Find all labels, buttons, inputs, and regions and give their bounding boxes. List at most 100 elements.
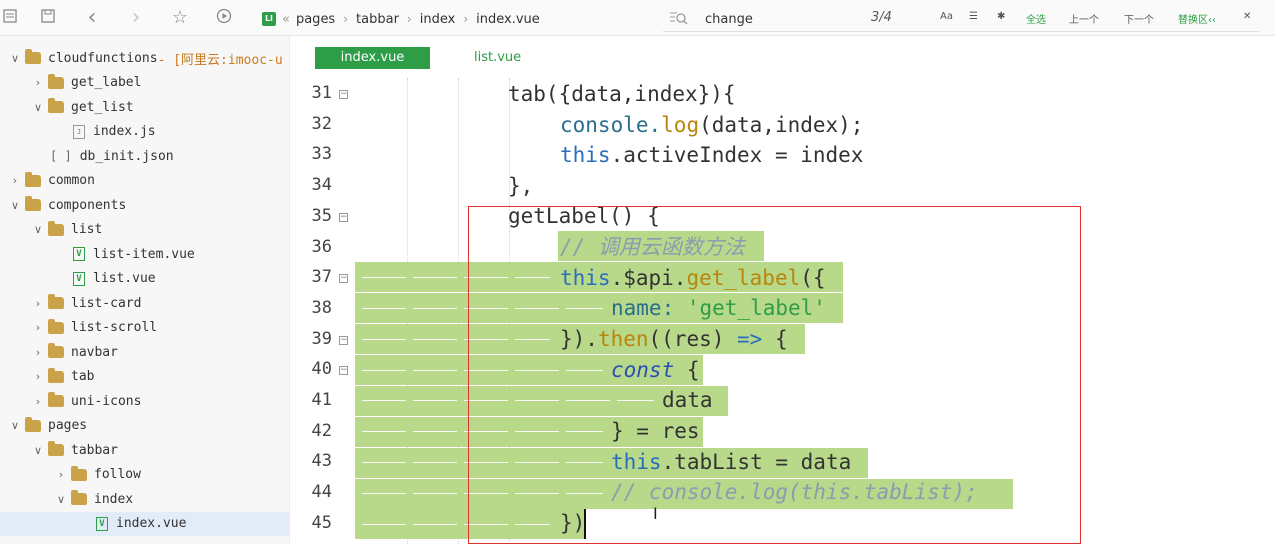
tree-item[interactable]: › common — [0, 169, 289, 193]
code-token: console. — [560, 113, 662, 137]
chevron-down-icon[interactable]: ∨ — [8, 199, 22, 212]
whitespace-marker — [362, 493, 406, 494]
close-icon[interactable]: ✕ — [1243, 11, 1251, 22]
code-editor[interactable]: 31−32 33 34 35−36 37−38 39−40−41 42 43 44 45 tab(… — [300, 78, 1275, 544]
folder-icon — [48, 98, 64, 113]
replace-toggle-button[interactable]: 替换区‹‹ — [1178, 11, 1216, 26]
tree-item[interactable]: ∨ tabbar — [0, 438, 289, 462]
whitespace-marker — [413, 462, 457, 463]
folder-icon — [48, 367, 64, 383]
tree-item[interactable]: › uni-icons — [0, 389, 289, 413]
chevron-right-icon[interactable]: › — [31, 395, 45, 408]
tree-item-label: tab — [71, 369, 95, 384]
tree-item-label: tabbar — [71, 442, 118, 458]
fold-toggle-icon[interactable]: − — [339, 90, 348, 99]
chevron-right-icon[interactable]: › — [31, 297, 45, 310]
chevron-down-icon[interactable]: ∨ — [31, 101, 45, 114]
find-next-button[interactable]: 下一个 — [1124, 11, 1154, 26]
line-number: 39 — [311, 328, 332, 349]
tree-item[interactable]: Vlist-item.vue — [0, 242, 289, 266]
search-input[interactable] — [705, 9, 855, 29]
tree-item[interactable]: [ ] db_init.json — [0, 144, 289, 168]
vue-file-icon: LI — [262, 12, 276, 26]
tree-item-label: index.vue — [116, 516, 187, 531]
tree-item[interactable]: › tab — [0, 365, 289, 389]
whitespace-marker — [362, 431, 406, 432]
vue-file-icon: V — [73, 247, 85, 261]
run-icon[interactable] — [214, 8, 234, 28]
chevron-down-icon[interactable]: ∨ — [54, 493, 68, 506]
whitespace-marker — [362, 277, 406, 278]
tree-item[interactable]: Jindex.js — [0, 120, 289, 144]
fold-toggle-icon[interactable]: − — [339, 274, 348, 284]
tree-item-label: index.js — [93, 124, 156, 139]
json-file-icon: [ ] — [50, 149, 72, 163]
line-number: 33 — [311, 144, 332, 165]
chevron-right-icon[interactable]: › — [31, 321, 45, 334]
tab-list-vue[interactable]: list.vue — [474, 47, 521, 69]
match-case-button[interactable]: Aa — [940, 11, 953, 22]
tree-item[interactable]: ∨ pages — [0, 414, 289, 438]
breadcrumb-item-pages[interactable]: pages — [296, 12, 335, 27]
fold-toggle-icon[interactable]: − — [339, 335, 348, 345]
tree-item[interactable]: › navbar — [0, 340, 289, 364]
tree-item-label: common — [48, 173, 95, 188]
find-bar: 3/4 Aa ☰ ✱ 全选 上一个 下一个 替换区‹‹ ✕ — [663, 6, 1259, 32]
tree-item[interactable]: ∨ components — [0, 193, 289, 217]
whitespace-marker — [362, 339, 406, 340]
back-icon[interactable]: ‹ — [82, 7, 102, 29]
chevron-down-icon[interactable]: ∨ — [8, 52, 22, 65]
chevron-right-icon[interactable]: › — [31, 346, 45, 359]
folder-icon — [71, 465, 87, 481]
top-toolbar: ‹ › ☆ LI « pages › tabbar › index › inde… — [0, 0, 1275, 36]
tree-item[interactable]: ∨ index — [0, 487, 289, 511]
regex-button[interactable]: ✱ — [997, 11, 1005, 22]
breadcrumb-item-index-vue[interactable]: index.vue — [476, 12, 540, 27]
folder-icon — [48, 343, 64, 358]
cloud-provider-note: - [阿里云:imooc-u — [157, 52, 283, 68]
tree-item[interactable]: ∨ list — [0, 218, 289, 242]
line-number: 35 — [311, 205, 332, 226]
chevron-right-icon[interactable]: › — [8, 174, 22, 187]
whole-word-button[interactable]: ☰ — [969, 11, 978, 22]
tree-item[interactable]: Vindex.vue — [0, 511, 289, 536]
line-number: 38 — [311, 297, 332, 318]
tree-item[interactable]: ∨ cloudfunctions - [阿里云:imooc-u — [0, 46, 289, 70]
chevron-down-icon[interactable]: ∨ — [8, 419, 22, 432]
tree-item[interactable]: ∨ get_list — [0, 95, 289, 119]
whitespace-marker — [413, 308, 457, 309]
star-icon[interactable]: ☆ — [170, 8, 190, 28]
tree-item[interactable]: › list-card — [0, 291, 289, 315]
list-icon[interactable] — [0, 8, 20, 28]
whitespace-marker — [413, 524, 457, 525]
chevron-down-icon[interactable]: ∨ — [31, 444, 45, 457]
folder-icon — [25, 416, 41, 432]
tree-item[interactable]: › list-scroll — [0, 316, 289, 340]
code-token: log — [661, 113, 700, 137]
line-number: 36 — [311, 236, 332, 257]
fold-toggle-icon[interactable]: − — [339, 366, 348, 376]
whitespace-marker — [413, 370, 457, 371]
chevron-right-icon[interactable]: › — [54, 468, 68, 481]
chevron-right-icon[interactable]: › — [31, 370, 45, 383]
fold-toggle-icon[interactable]: − — [339, 212, 348, 222]
select-all-button[interactable]: 全选 — [1026, 11, 1046, 26]
folder-icon — [48, 73, 64, 89]
folder-icon — [25, 49, 41, 64]
tree-item-label: get_label — [71, 75, 142, 90]
find-previous-button[interactable]: 上一个 — [1069, 11, 1099, 26]
breadcrumb-item-tabbar[interactable]: tabbar — [356, 12, 399, 27]
line-number: 44 — [311, 482, 332, 503]
forward-icon[interactable]: › — [126, 7, 146, 29]
chevron-down-icon[interactable]: ∨ — [31, 223, 45, 236]
chevron-right-icon[interactable]: › — [31, 76, 45, 89]
save-icon[interactable] — [38, 8, 58, 28]
tree-item[interactable]: › follow — [0, 463, 289, 487]
tree-item[interactable]: › get_label — [0, 71, 289, 95]
breadcrumb-item-index[interactable]: index — [420, 12, 456, 27]
tab-index-vue[interactable]: index.vue — [315, 47, 430, 69]
tree-item[interactable]: Vlist.vue — [0, 267, 289, 291]
folder-icon — [25, 196, 41, 211]
tree-item-label: cloudfunctions — [48, 50, 158, 66]
tree-item-label: list-scroll — [71, 320, 158, 335]
